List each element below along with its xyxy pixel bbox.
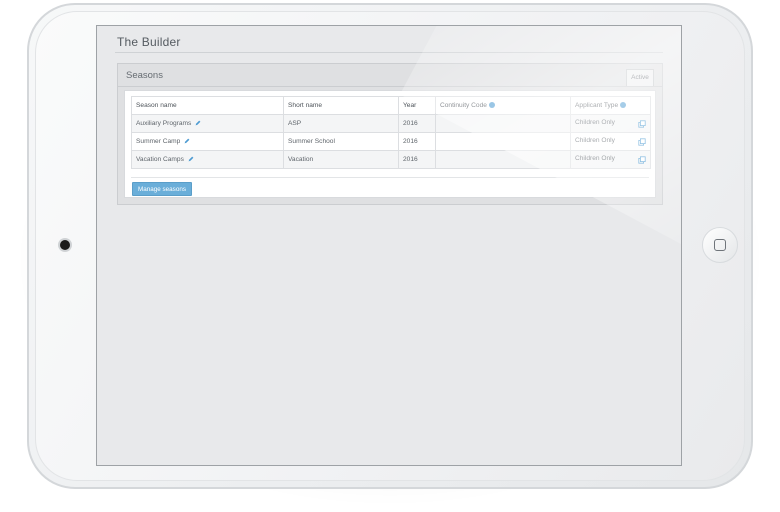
tab-active[interactable]: Active: [626, 69, 654, 86]
col-applicant-type: Applicant Type: [570, 96, 651, 115]
title-divider: [115, 52, 663, 53]
short-name-cell: ASP: [283, 114, 399, 133]
continuity-code-cell: [435, 150, 571, 169]
col-season-name: Season name: [131, 96, 284, 115]
season-name[interactable]: Summer Camp: [136, 138, 180, 145]
season-name[interactable]: Auxiliary Programs: [136, 120, 191, 127]
season-name[interactable]: Vacation Camps: [136, 156, 184, 163]
home-button[interactable]: [702, 227, 738, 263]
year-cell: 2016: [398, 132, 436, 151]
applicant-type-value: Children Only: [575, 119, 615, 126]
col-year: Year: [398, 96, 436, 115]
copy-icon[interactable]: [638, 156, 646, 164]
pencil-icon[interactable]: [195, 120, 201, 126]
page-title: The Builder: [117, 35, 181, 49]
table-row: Vacation Camps Vacation 2016 Children On…: [131, 150, 651, 169]
manage-seasons-button[interactable]: Manage seasons: [132, 182, 192, 196]
home-square-icon: [714, 239, 726, 251]
panel-title: Seasons: [126, 70, 163, 81]
applicant-type-cell: Children Only: [570, 114, 651, 133]
short-name-cell: Vacation: [283, 150, 399, 169]
col-continuity-code-label: Continuity Code: [440, 102, 487, 109]
applicant-type-cell: Children Only: [570, 132, 651, 151]
camera-icon: [60, 240, 70, 250]
col-season-name-label: Season name: [136, 102, 177, 109]
season-name-cell: Summer Camp: [131, 132, 284, 151]
applicant-type-value: Children Only: [575, 155, 615, 162]
season-name-cell: Auxiliary Programs: [131, 114, 284, 133]
pencil-icon[interactable]: [184, 138, 190, 144]
copy-icon[interactable]: [638, 120, 646, 128]
panel-body: Season name Short name Year Continuity C…: [124, 90, 656, 198]
question-circle-icon[interactable]: [488, 102, 495, 109]
applicant-type-cell: Children Only: [570, 150, 651, 169]
seasons-table: Season name Short name Year Continuity C…: [131, 96, 651, 169]
question-circle-icon[interactable]: [620, 102, 627, 109]
col-short-name: Short name: [283, 96, 399, 115]
panel-divider: [131, 177, 649, 178]
col-continuity-code: Continuity Code: [435, 96, 571, 115]
short-name-cell: Summer School: [283, 132, 399, 151]
col-applicant-type-label: Applicant Type: [575, 102, 619, 109]
continuity-code-cell: [435, 132, 571, 151]
col-short-name-label: Short name: [288, 102, 323, 109]
table-row: Summer Camp Summer School 2016 Children …: [131, 132, 651, 151]
col-year-label: Year: [403, 102, 417, 109]
copy-icon[interactable]: [638, 138, 646, 146]
year-cell: 2016: [398, 114, 436, 133]
screen: The Builder Seasons Active Season name S…: [96, 25, 682, 466]
pencil-icon[interactable]: [188, 156, 194, 162]
applicant-type-value: Children Only: [575, 137, 615, 144]
table-row: Auxiliary Programs ASP 2016 Children Onl…: [131, 114, 651, 133]
season-name-cell: Vacation Camps: [131, 150, 284, 169]
table-header-row: Season name Short name Year Continuity C…: [131, 96, 651, 115]
seasons-panel: Seasons Active Season name Short name Ye…: [117, 63, 663, 205]
panel-header: Seasons Active: [118, 64, 662, 87]
year-cell: 2016: [398, 150, 436, 169]
continuity-code-cell: [435, 114, 571, 133]
